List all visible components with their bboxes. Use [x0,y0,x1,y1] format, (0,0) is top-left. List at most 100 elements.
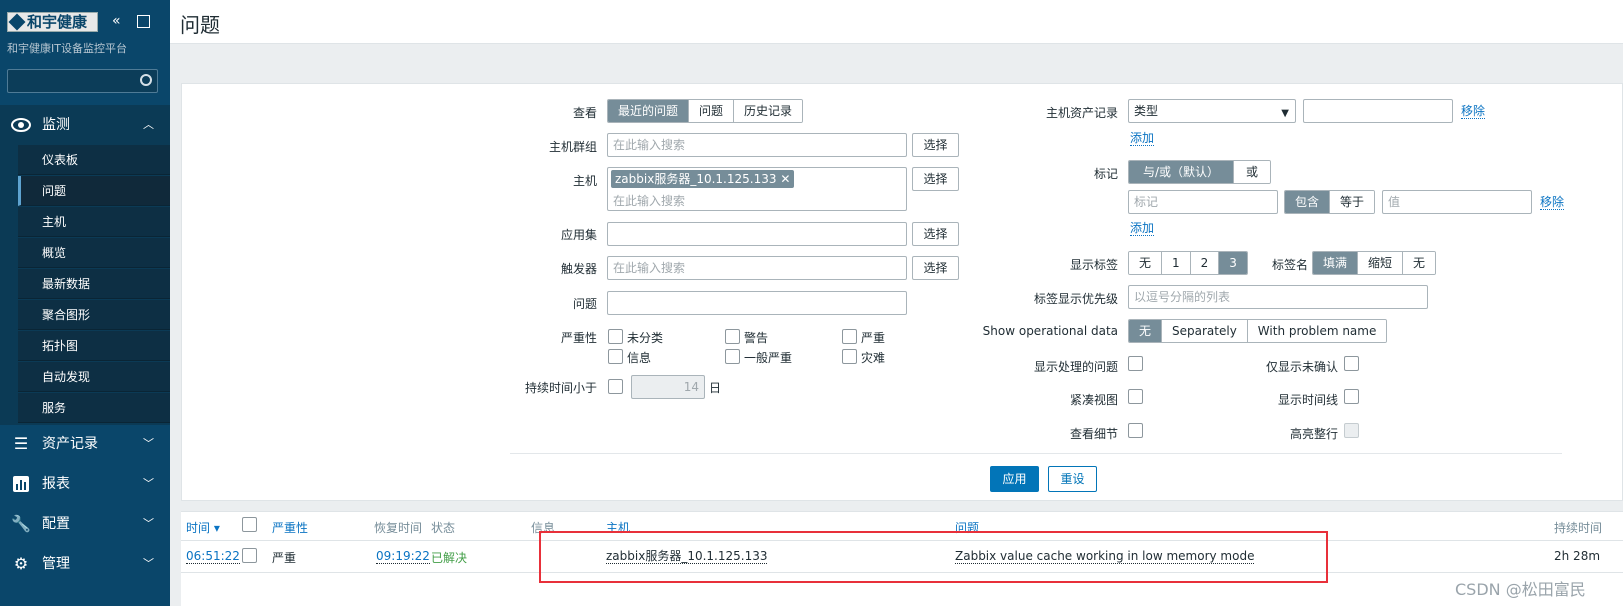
view-switch[interactable]: 最近的问题 问题 历史记录 [607,99,804,123]
tag-match-switch[interactable]: 包含 等于 [1284,190,1376,214]
show-tags-none[interactable]: 无 [1129,252,1163,274]
details-checkbox[interactable] [1128,423,1143,438]
unack-only-checkbox[interactable] [1344,356,1359,371]
inventory-field-select[interactable]: 类型 ▼ [1128,99,1296,123]
show-tags-2[interactable]: 2 [1190,252,1220,274]
highlight-row-checkbox[interactable] [1344,423,1359,438]
column-time[interactable]: 时间 ▾ [186,519,220,536]
show-suppressed-label: 显示处理的问题 [1033,360,1118,374]
trigger-select-button[interactable]: 选择 [912,256,959,280]
tag-match-equals[interactable]: 等于 [1330,191,1375,213]
view-history[interactable]: 历史记录 [734,100,803,122]
chevron-down-icon: ▼ [1281,108,1289,119]
tag-operator-andor[interactable]: 与/或（默认） [1129,161,1235,183]
column-severity[interactable]: 严重性 [272,519,308,536]
select-all-checkbox[interactable] [242,517,257,532]
sidebar-item-screens[interactable]: 聚合图形 [18,300,170,330]
tag-name-none[interactable]: 无 [1403,252,1436,274]
tag-name-input[interactable]: 标记 [1128,190,1278,214]
tag-name-full[interactable]: 填满 [1313,252,1359,274]
opdata-separately[interactable]: Separately [1162,320,1248,342]
age-label: 持续时间小于 [524,381,597,395]
sidebar-item-hosts[interactable]: 主机 [18,207,170,237]
severity-disaster-checkbox[interactable] [842,349,857,364]
show-tags-1[interactable]: 1 [1162,252,1191,274]
show-tags-3[interactable]: 3 [1219,252,1247,274]
search-icon[interactable] [140,74,152,86]
menu-reports[interactable]: 报表 ﹀ [0,464,170,504]
tag-value-input[interactable]: 值 [1382,190,1532,214]
menu-monitoring-label: 监测 [42,117,70,133]
inventory-add-link[interactable]: 添加 [1130,131,1155,146]
show-timeline-checkbox[interactable] [1344,389,1359,404]
application-input[interactable] [607,222,907,246]
host-group-label: 主机群组 [548,140,597,154]
menu-configuration-label: 配置 [42,516,70,532]
tag-name-short[interactable]: 缩短 [1358,252,1404,274]
tag-operator-or[interactable]: 或 [1234,161,1271,183]
age-checkbox[interactable] [608,379,623,394]
severity-high-checkbox[interactable] [842,329,857,344]
menu-administration[interactable]: ⚙ 管理 ﹀ [0,544,170,584]
menu-monitoring[interactable]: 监测 ︿ [0,105,170,145]
remove-chip-icon[interactable]: ✕ [780,172,790,186]
tag-operator-switch[interactable]: 与/或（默认） 或 [1128,160,1272,184]
apply-button[interactable]: 应用 [990,466,1039,492]
row-recovery-time[interactable]: 09:19:22 [376,549,430,564]
tag-match-contains[interactable]: 包含 [1285,191,1331,213]
severity-information-checkbox[interactable] [608,349,623,364]
sidebar-item-overview[interactable]: 概览 [18,238,170,268]
collapse-sidebar-icon[interactable]: « [112,13,121,29]
view-problems[interactable]: 问题 [689,100,735,122]
severity-warning-checkbox[interactable] [725,329,740,344]
menu-inventory[interactable]: ☰ 资产记录 ﹀ [0,424,170,464]
problem-input[interactable] [607,291,907,315]
show-tags-switch[interactable]: 无 1 2 3 [1128,251,1248,275]
tag-name-format-switch[interactable]: 填满 缩短 无 [1312,251,1437,275]
filter-divider [510,453,1562,454]
sidebar-item-latest-data[interactable]: 最新数据 [18,269,170,299]
inventory-value-input[interactable] [1303,99,1453,123]
severity-not-classified-checkbox[interactable] [608,329,623,344]
tag-priority-label: 标签显示优先级 [1033,292,1118,306]
compact-view-checkbox[interactable] [1128,389,1143,404]
tag-add-link[interactable]: 添加 [1130,221,1155,236]
show-suppressed-checkbox[interactable] [1128,356,1143,371]
view-recent-problems[interactable]: 最近的问题 [608,100,690,122]
inventory-label: 主机资产记录 [1045,106,1118,120]
severity-label: 严重性 [560,331,597,345]
logo[interactable]: 和宇健康 [7,12,98,32]
tag-remove-link[interactable]: 移除 [1540,195,1565,210]
sidebar-search-input[interactable] [7,69,158,93]
host-select-button[interactable]: 选择 [912,167,959,191]
sidebar-item-discovery[interactable]: 自动发现 [18,362,170,392]
inventory-remove-link[interactable]: 移除 [1461,104,1486,119]
application-select-button[interactable]: 选择 [912,222,959,246]
menu-reports-label: 报表 [42,476,70,492]
sidebar-item-maps[interactable]: 拓扑图 [18,331,170,361]
reset-button[interactable]: 重设 [1048,466,1097,492]
fullscreen-icon[interactable] [137,15,150,28]
gear-icon: ⚙ [13,554,29,573]
opdata-with-problem-name[interactable]: With problem name [1247,320,1387,342]
menu-configuration[interactable]: 🔧 配置 ﹀ [0,504,170,544]
severity-average-checkbox[interactable] [725,349,740,364]
opdata-none[interactable]: 无 [1129,320,1163,342]
sidebar-item-services[interactable]: 服务 [18,393,170,423]
logo-text: 和宇健康 [27,13,88,31]
row-severity: 严重 [272,551,297,565]
tag-priority-input[interactable]: 以逗号分隔的列表 [1128,285,1428,309]
sidebar-item-problems[interactable]: 问题 [18,176,170,206]
age-days-input[interactable]: 14 [631,375,705,399]
trigger-input[interactable]: 在此输入搜索 [607,256,907,280]
row-time[interactable]: 06:51:22 [186,549,240,564]
host-chip-label: zabbix服务器_10.1.125.133 [615,172,777,186]
sidebar-item-dashboard[interactable]: 仪表板 [18,145,170,175]
column-recovery-time: 恢复时间 [374,521,423,535]
inventory-field-value: 类型 [1134,104,1159,118]
host-group-select-button[interactable]: 选择 [912,133,959,157]
menu-administration-label: 管理 [42,556,70,572]
host-group-input[interactable]: 在此输入搜索 [607,133,907,157]
row-checkbox[interactable] [242,548,257,563]
opdata-switch[interactable]: 无 Separately With problem name [1128,319,1388,343]
